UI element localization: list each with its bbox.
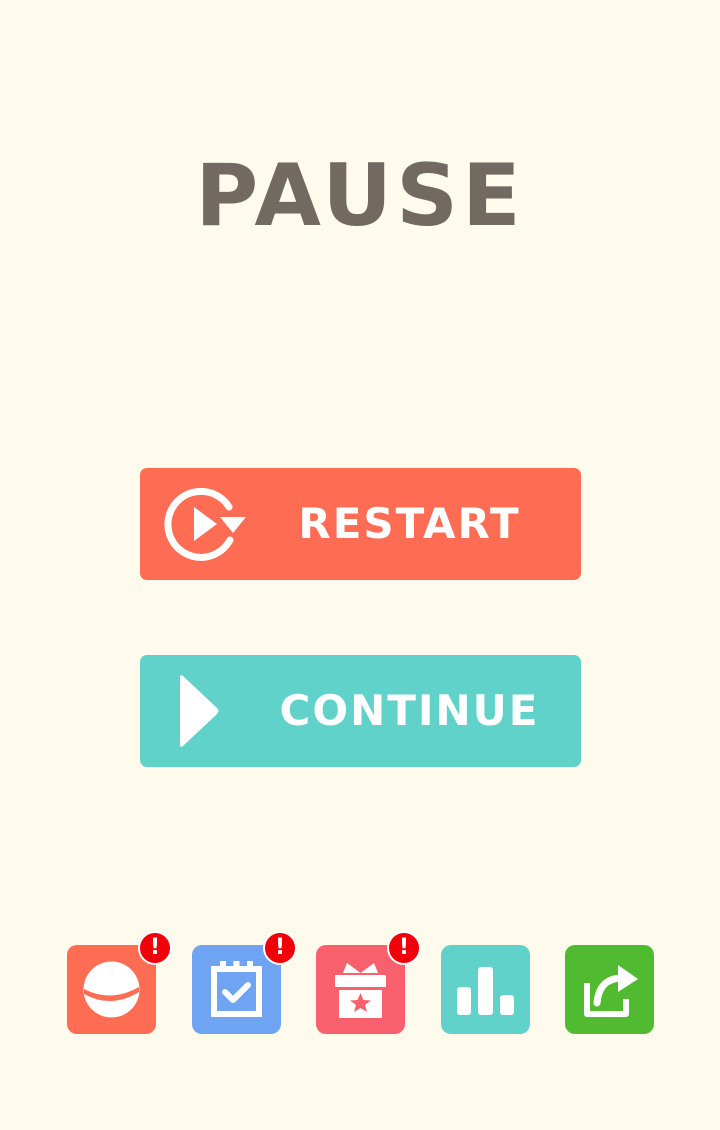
planet-icon xyxy=(83,961,140,1018)
share-icon xyxy=(584,965,638,1017)
restart-icon xyxy=(164,487,246,561)
gift-button[interactable]: ! xyxy=(316,931,421,1034)
daily-calendar-button[interactable]: ! xyxy=(192,931,297,1034)
leaderboard-button[interactable] xyxy=(441,945,530,1034)
leaderboard-icon xyxy=(457,967,514,1015)
share-button[interactable] xyxy=(565,945,654,1034)
notification-badge: ! xyxy=(387,931,421,965)
restart-button[interactable]: RESTART xyxy=(140,468,581,580)
pause-screen: PAUSE RESTART CONTINUE ! ! ! xyxy=(0,0,720,1130)
calendar-check-icon xyxy=(211,961,262,1017)
continue-button[interactable]: CONTINUE xyxy=(140,655,581,767)
gift-icon xyxy=(335,963,386,1018)
notification-badge: ! xyxy=(263,931,297,965)
play-icon xyxy=(180,675,219,747)
continue-label: CONTINUE xyxy=(279,686,540,735)
restart-label: RESTART xyxy=(298,499,521,548)
notification-badge: ! xyxy=(138,931,172,965)
page-title: PAUSE xyxy=(195,146,525,246)
planet-button[interactable]: ! xyxy=(67,931,172,1034)
bottom-dock: ! ! ! xyxy=(0,930,720,1050)
